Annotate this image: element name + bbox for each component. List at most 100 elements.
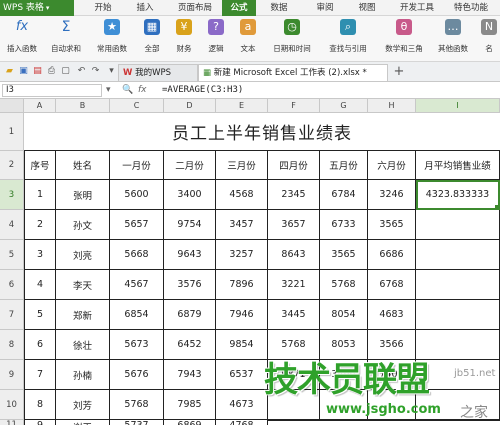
table-cell[interactable]: 5	[24, 300, 56, 330]
table-cell[interactable]: 3400	[164, 180, 216, 210]
table-cell[interactable]: 徐壮	[56, 330, 110, 360]
table-cell[interactable]: 4	[24, 270, 56, 300]
table-cell[interactable]: 谢玉	[56, 420, 110, 425]
table-cell[interactable]: 4568	[216, 180, 268, 210]
table-cell[interactable]: 5768	[320, 270, 368, 300]
save-icon[interactable]: ▣	[18, 66, 29, 77]
column-header-d[interactable]: D	[164, 99, 216, 113]
fx-icon[interactable]: fx	[138, 84, 147, 97]
spreadsheet-grid[interactable]: ABCDEFGHI 1 2 3 4 5 6 7 8 9 10 11 员工上半年销售业绩表 序号 姓名一…	[0, 99, 500, 425]
table-cell[interactable]: 5768	[110, 390, 164, 420]
more-functions-button[interactable]: … 其他函数	[432, 18, 474, 60]
table-cell[interactable]: 6879	[164, 300, 216, 330]
open-folder-icon[interactable]: ▰	[4, 66, 15, 77]
insert-function-button[interactable]: fx 插入函数	[2, 18, 42, 60]
menu-page-layout[interactable]: 页面布局	[170, 0, 220, 16]
table-cell[interactable]: 3457	[216, 210, 268, 240]
header-cell[interactable]: 三月份	[216, 151, 268, 180]
table-cell[interactable]: 5600	[110, 180, 164, 210]
sheet-title[interactable]: 员工上半年销售业绩表	[24, 113, 500, 151]
table-cell[interactable]: 9854	[216, 330, 268, 360]
table-cell[interactable]: 6452	[164, 330, 216, 360]
formula-input[interactable]: =AVERAGE(C3:H3)	[162, 84, 243, 97]
table-cell[interactable]: 张明	[56, 180, 110, 210]
math-trig-button[interactable]: θ 数学和三角	[378, 18, 430, 60]
table-cell[interactable]: 6	[24, 330, 56, 360]
tab-my-wps[interactable]: W 我的WPS	[118, 64, 198, 81]
column-header-a[interactable]: A	[24, 99, 56, 113]
menu-data[interactable]: 数据	[262, 0, 296, 16]
table-cell[interactable]: 孙楠	[56, 360, 110, 390]
column-header-f[interactable]: F	[268, 99, 320, 113]
table-cell[interactable]: 9	[24, 420, 56, 425]
table-cell[interactable]: 8643	[268, 240, 320, 270]
table-cell[interactable]: 6869	[164, 420, 216, 425]
financial-button[interactable]: ¥ 财务	[170, 18, 198, 60]
table-cell[interactable]	[416, 240, 500, 270]
table-cell[interactable]: 9643	[164, 240, 216, 270]
row-header-7[interactable]: 7	[0, 300, 24, 330]
table-cell[interactable]: 孙文	[56, 210, 110, 240]
autosum-button[interactable]: Σ 自动求和	[46, 18, 86, 60]
column-header-i[interactable]: I	[416, 99, 500, 113]
table-cell[interactable]: 5668	[110, 240, 164, 270]
row-header-6[interactable]: 6	[0, 270, 24, 300]
header-cell[interactable]: 序号	[24, 151, 56, 180]
table-cell[interactable]: 6784	[320, 180, 368, 210]
row-header-2[interactable]: 2	[0, 151, 24, 180]
table-cell[interactable]: 8	[24, 390, 56, 420]
table-cell[interactable]: 7985	[164, 390, 216, 420]
menu-insert[interactable]: 插入	[128, 0, 162, 16]
table-cell[interactable]: 3657	[268, 210, 320, 240]
app-logo-button[interactable]: WPS 表格 ▾	[0, 0, 74, 16]
table-cell[interactable]: 刘芳	[56, 390, 110, 420]
table-cell[interactable]: 4768	[216, 420, 268, 425]
common-functions-button[interactable]: ★ 常用函数	[90, 18, 134, 60]
table-cell[interactable]	[416, 210, 500, 240]
header-cell[interactable]: 月平均销售业绩	[416, 151, 500, 180]
table-cell[interactable]	[416, 300, 500, 330]
menu-review[interactable]: 审阅	[308, 0, 342, 16]
row-header-10[interactable]: 10	[0, 390, 24, 420]
row-header-3[interactable]: 3	[0, 180, 24, 210]
menu-home[interactable]: 开始	[86, 0, 120, 16]
table-cell[interactable]: 2345	[268, 180, 320, 210]
table-cell[interactable]: 4567	[110, 270, 164, 300]
row-header-11[interactable]: 11	[0, 420, 24, 425]
menu-view[interactable]: 视图	[350, 0, 384, 16]
table-cell[interactable]: 3445	[268, 300, 320, 330]
table-cell[interactable]: 5657	[110, 210, 164, 240]
menu-special[interactable]: 特色功能	[446, 0, 496, 16]
table-cell[interactable]: 9754	[164, 210, 216, 240]
table-cell[interactable]: 6733	[320, 210, 368, 240]
chevron-down-icon[interactable]: ▾	[106, 66, 117, 77]
table-cell[interactable]: 7896	[216, 270, 268, 300]
table-cell[interactable]: 8054	[320, 300, 368, 330]
row-header-9[interactable]: 9	[0, 360, 24, 390]
table-cell[interactable]: 7	[24, 360, 56, 390]
all-functions-button[interactable]: ▦ 全部	[138, 18, 166, 60]
header-cell[interactable]: 姓名	[56, 151, 110, 180]
table-cell[interactable]: 7943	[164, 360, 216, 390]
table-cell[interactable]: 4673	[216, 390, 268, 420]
menu-developer[interactable]: 开发工具	[392, 0, 442, 16]
table-cell[interactable]: 刘亮	[56, 240, 110, 270]
table-cell[interactable]: 6768	[368, 270, 416, 300]
date-time-button[interactable]: ◷ 日期和时间	[266, 18, 318, 60]
header-cell[interactable]: 二月份	[164, 151, 216, 180]
undo-icon[interactable]: ↶	[76, 66, 87, 77]
table-cell[interactable]: 李天	[56, 270, 110, 300]
table-cell[interactable]: 3565	[368, 210, 416, 240]
table-cell[interactable]: 2	[24, 210, 56, 240]
column-header-b[interactable]: B	[56, 99, 110, 113]
table-cell[interactable]: 6854	[110, 300, 164, 330]
table-cell[interactable]: 3246	[368, 180, 416, 210]
table-cell[interactable]: 3257	[216, 240, 268, 270]
add-tab-button[interactable]: +	[392, 65, 406, 78]
header-cell[interactable]: 一月份	[110, 151, 164, 180]
table-cell[interactable]: 郑新	[56, 300, 110, 330]
redo-icon[interactable]: ↷	[90, 66, 101, 77]
column-header-g[interactable]: G	[320, 99, 368, 113]
header-cell[interactable]: 五月份	[320, 151, 368, 180]
row-header-8[interactable]: 8	[0, 330, 24, 360]
